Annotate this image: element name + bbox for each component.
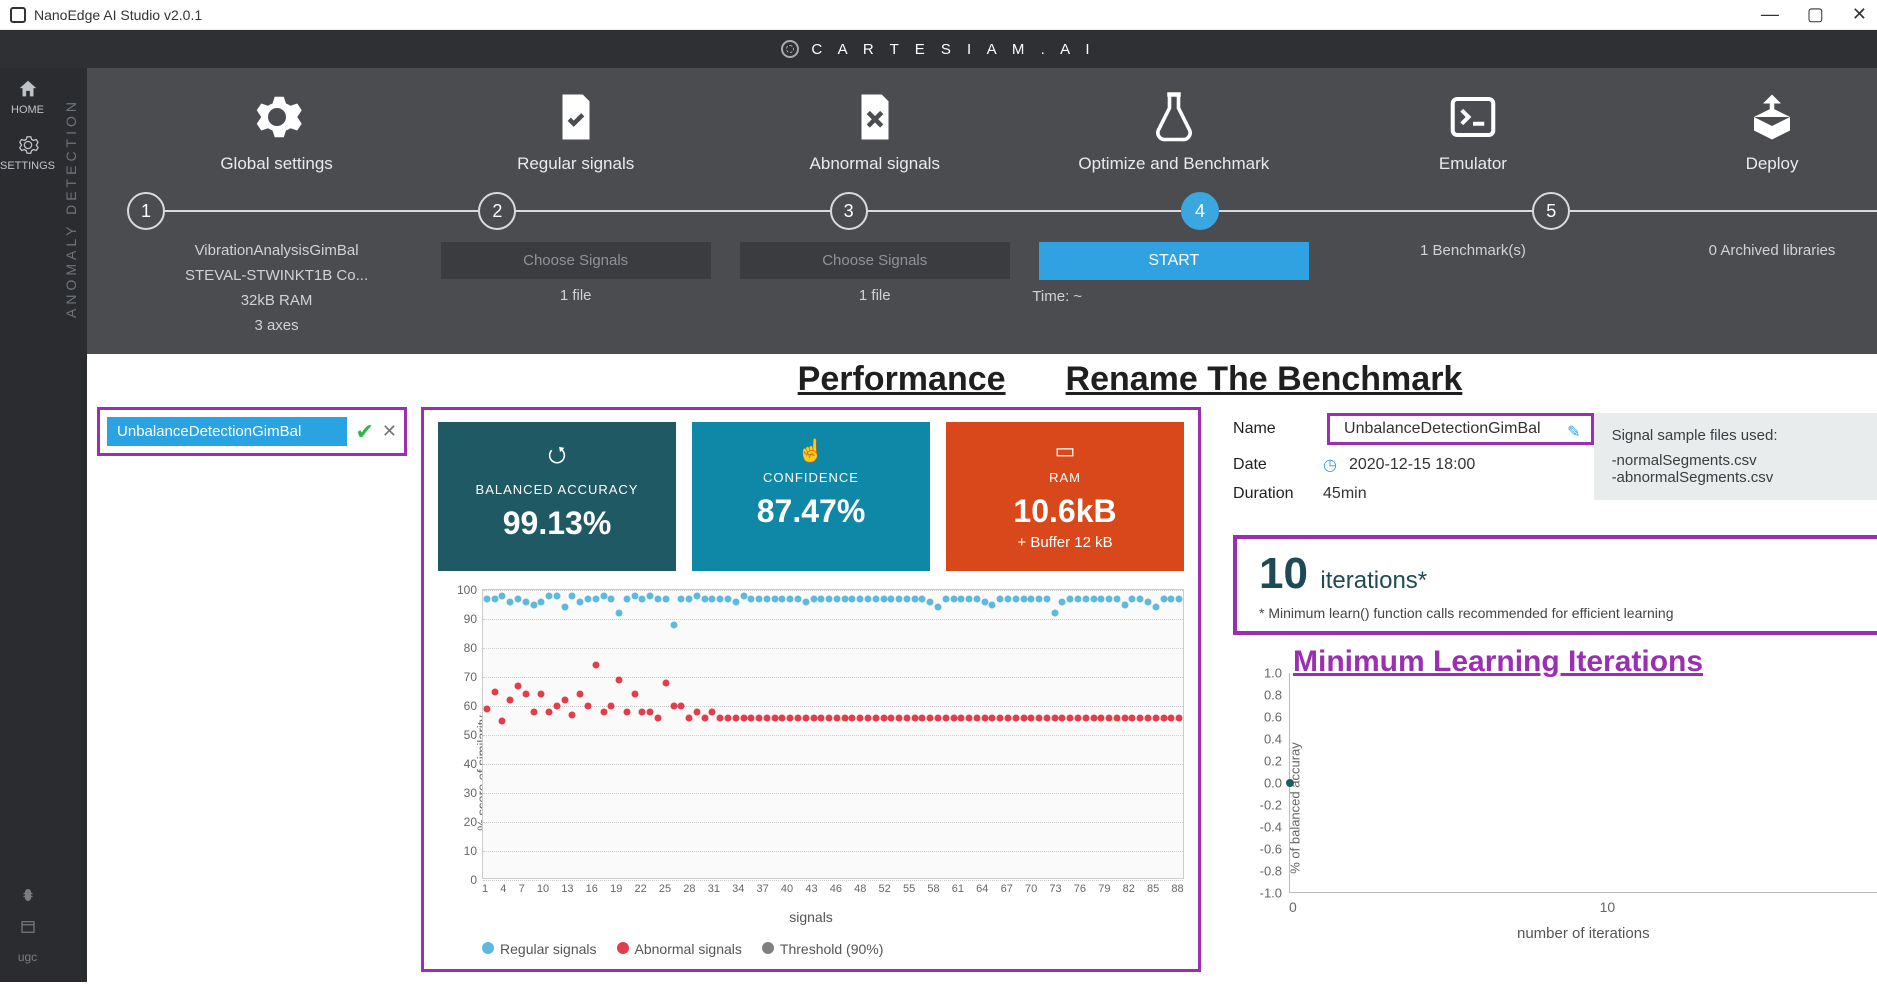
home-button[interactable]: HOME xyxy=(11,78,44,116)
chart-xlabel: signals xyxy=(438,909,1184,925)
status-step-1: VibrationAnalysisGimBal STEVAL-STWINKT1B… xyxy=(127,242,426,334)
iterations-word: iterations* xyxy=(1320,567,1427,594)
similarity-chart: % score of similarity 010203040506070809… xyxy=(438,589,1184,957)
iterations-chart: % of balanced accuray -1.0-0.8-0.6-0.4-0… xyxy=(1233,673,1877,942)
file-x-icon xyxy=(848,90,902,144)
window-icon[interactable] xyxy=(19,918,37,936)
card-confidence: ☝ CONFIDENCE 87.47% xyxy=(692,422,930,571)
meta-duration-value: 45min xyxy=(1323,485,1367,503)
workflow-header: Global settings Regular signals Abnormal… xyxy=(87,68,1877,354)
status-step-2: Choose Signals 1 file xyxy=(426,242,725,334)
settings-button[interactable]: SETTINGS xyxy=(0,134,55,172)
file-item: -normalSegments.csv xyxy=(1612,452,1877,469)
mode-strip: ANOMALY DETECTION xyxy=(55,68,87,982)
deploy-icon xyxy=(1745,90,1799,144)
step-abnormal-signals[interactable]: Abnormal signals xyxy=(725,90,1024,174)
step-deploy[interactable]: Deploy xyxy=(1622,90,1877,174)
chip-icon: ▭ xyxy=(956,438,1174,464)
step-circle-4[interactable]: 4 xyxy=(1181,192,1219,230)
mode-label: ANOMALY DETECTION xyxy=(63,68,79,348)
target-icon: ⭯ xyxy=(448,438,666,476)
chart-legend: Regular signals Abnormal signals Thresho… xyxy=(482,941,1184,957)
step-progressbar: 1 2 3 4 5 6 xyxy=(127,192,1877,230)
step-emulator[interactable]: Emulator xyxy=(1323,90,1622,174)
check-icon: ✔ xyxy=(355,419,373,445)
performance-panel: ⭯ BALANCED ACCURACY 99.13% ☝ CONFIDENCE … xyxy=(421,407,1201,972)
hand-icon: ☝ xyxy=(702,438,920,464)
file-item: -abnormalSegments.csv xyxy=(1612,469,1877,486)
chart2-xlabel: number of iterations xyxy=(1233,925,1877,942)
iterations-box: 10 iterations* * Minimum learn() functio… xyxy=(1233,535,1877,635)
status-step-6: 0 Archived libraries xyxy=(1622,242,1877,334)
step-circle-5[interactable]: 5 xyxy=(1532,192,1570,230)
status-step-5: 1 Benchmark(s) xyxy=(1323,242,1622,334)
meta-date-label: Date xyxy=(1233,456,1323,474)
clock-icon: ◷ xyxy=(1323,455,1337,475)
legend-dot-abnormal xyxy=(617,942,629,954)
card-ram: ▭ RAM 10.6kB + Buffer 12 kB xyxy=(946,422,1184,571)
step-circle-1[interactable]: 1 xyxy=(127,192,165,230)
window-titlebar: NanoEdge AI Studio v2.0.1 ― ▢ ✕ xyxy=(0,0,1877,30)
legend-dot-threshold xyxy=(762,942,774,954)
benchmark-details-panel: ⬇ ? Name UnbalanceDetectionGimBal ✎ xyxy=(1215,407,1877,972)
step-optimize-benchmark[interactable]: Optimize and Benchmark xyxy=(1024,90,1323,174)
gear-icon xyxy=(250,90,304,144)
iterations-count: 10 xyxy=(1259,549,1308,599)
annotation-rename: Rename The Benchmark xyxy=(1066,360,1463,398)
choose-regular-button[interactable]: Choose Signals xyxy=(441,242,711,279)
brand-text: C A R T E S I A M . A I xyxy=(811,41,1095,58)
choose-abnormal-button[interactable]: Choose Signals xyxy=(740,242,1010,279)
edit-icon[interactable]: ✎ xyxy=(1567,422,1580,442)
close-button[interactable]: ✕ xyxy=(1852,4,1867,25)
minimize-button[interactable]: ― xyxy=(1761,4,1779,25)
home-label: HOME xyxy=(11,104,44,116)
step-circle-3[interactable]: 3 xyxy=(830,192,868,230)
step-regular-signals[interactable]: Regular signals xyxy=(426,90,725,174)
annotation-performance: Performance xyxy=(798,360,1006,398)
benchmark-list-item[interactable]: UnbalanceDetectionGimBal ✔ ✕ xyxy=(97,407,407,456)
step-global-settings[interactable]: Global settings xyxy=(127,90,426,174)
flask-icon xyxy=(1147,90,1201,144)
window-title: NanoEdge AI Studio v2.0.1 xyxy=(34,7,202,23)
start-button[interactable]: START xyxy=(1039,242,1309,280)
file-check-icon xyxy=(549,90,603,144)
left-sidebar: HOME SETTINGS ugc xyxy=(0,68,55,982)
iterations-note: * Minimum learn() function calls recomme… xyxy=(1259,605,1877,621)
meta-date-value: 2020-12-15 18:00 xyxy=(1349,456,1475,474)
terminal-icon xyxy=(1446,90,1500,144)
app-logo-icon xyxy=(10,7,26,23)
card-balanced-accuracy: ⭯ BALANCED ACCURACY 99.13% xyxy=(438,422,676,571)
bug-icon[interactable] xyxy=(19,886,37,904)
benchmark-name-editable[interactable]: UnbalanceDetectionGimBal ✎ xyxy=(1327,413,1594,445)
brand-header: C A R T E S I A M . A I xyxy=(0,30,1877,68)
legend-dot-regular xyxy=(482,942,494,954)
remove-benchmark-button[interactable]: ✕ xyxy=(382,421,397,442)
brand-icon xyxy=(781,40,799,58)
settings-label: SETTINGS xyxy=(0,160,55,172)
status-step-4: START Time: ~ xyxy=(1024,242,1323,334)
meta-duration-label: Duration xyxy=(1233,485,1323,503)
status-step-3: Choose Signals 1 file xyxy=(725,242,1024,334)
meta-name-label: Name xyxy=(1233,420,1323,438)
user-label: ugc xyxy=(18,950,37,964)
maximize-button[interactable]: ▢ xyxy=(1807,4,1824,25)
benchmark-name-chip: UnbalanceDetectionGimBal xyxy=(107,417,347,446)
files-used-box: Signal sample files used: -normalSegment… xyxy=(1594,413,1877,500)
step-circle-2[interactable]: 2 xyxy=(478,192,516,230)
